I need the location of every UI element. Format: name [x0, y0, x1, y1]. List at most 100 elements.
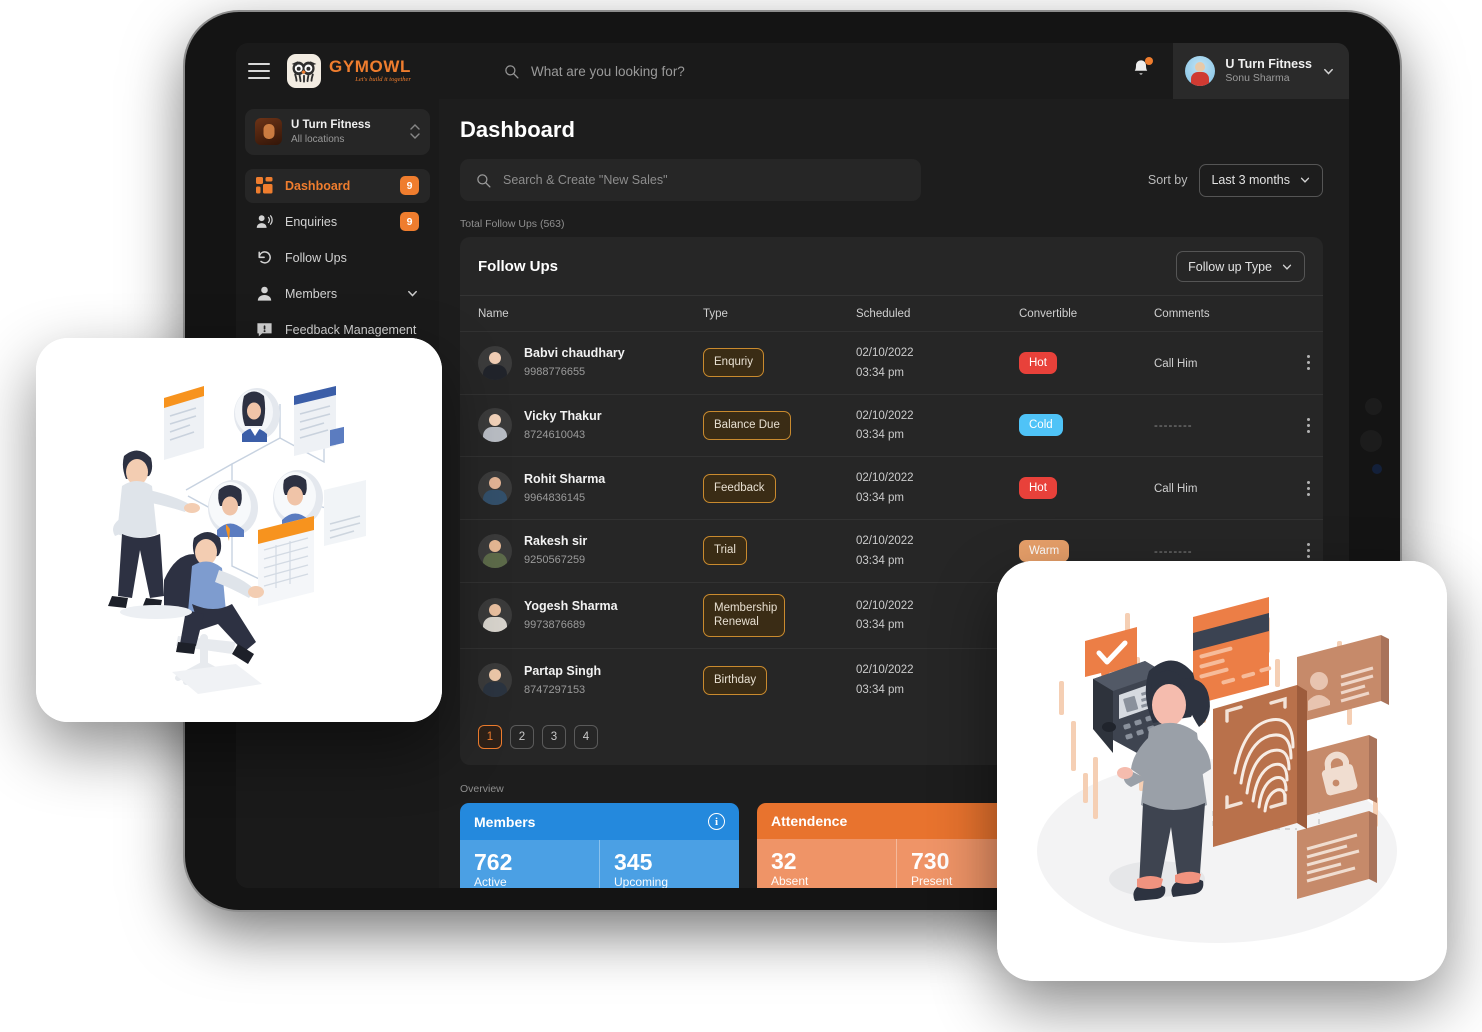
row-menu-icon[interactable] [1299, 417, 1317, 433]
cell-type: Membership Renewal [703, 582, 856, 649]
type-badge[interactable]: Membership Renewal [703, 593, 785, 638]
sidebar-item-dashboard[interactable]: Dashboard 9 [245, 168, 430, 203]
controls-row: Search & Create "New Sales" Sort by Last… [460, 159, 1323, 201]
overview-stat: 345 Upcoming [599, 840, 739, 888]
search-icon [505, 64, 519, 79]
overview-stat-value: 32 [771, 848, 797, 874]
panel-header: Follow Ups Follow up Type [460, 237, 1323, 296]
notification-bell-icon[interactable] [1131, 57, 1154, 84]
chevron-down-icon [1300, 177, 1310, 183]
sidebar-item-enquiries[interactable]: Enquiries 9 [245, 205, 430, 239]
page-button[interactable]: 4 [574, 725, 598, 749]
panel-title: Follow Ups [478, 258, 558, 275]
camera-dot [1360, 430, 1382, 452]
profile-user-name: Sonu Sharma [1225, 72, 1290, 85]
member-phone: 9973876689 [524, 619, 586, 632]
member-phone: 9250567259 [524, 554, 586, 567]
row-menu-icon[interactable] [1299, 480, 1317, 496]
avatar [478, 471, 512, 506]
cell-name: Babvi chaudhary 9988776655 [460, 332, 703, 395]
member-name: Vicky Thakur [524, 408, 602, 423]
overview-card: Members i 762 Active 345 Upcoming [460, 803, 739, 888]
chevron-down-icon[interactable] [406, 287, 419, 300]
convertible-badge: Cold [1019, 414, 1063, 437]
sort-by-label: Sort by [1147, 173, 1188, 187]
sidebar-badge: 9 [400, 212, 419, 232]
cell-comments: Call Him [1154, 332, 1299, 395]
avatar [478, 598, 512, 633]
cell-convertible: Hot [1019, 457, 1154, 520]
sidebar-item-label: Dashboard [285, 178, 351, 193]
overview-stat: 32 Absent [757, 839, 896, 888]
scheduled-datetime: 02/10/2022 03:34 pm [856, 472, 914, 505]
profile-org-name: U Turn Fitness [1225, 56, 1312, 71]
cell-scheduled: 02/10/2022 03:34 pm [856, 519, 1019, 582]
type-badge[interactable]: Balance Due [703, 410, 791, 440]
comment-text: -------- [1154, 545, 1193, 558]
sidebar-badge: 9 [400, 176, 419, 196]
overview-card: Attendence 32 Absent 730 Present [757, 803, 1036, 888]
cell-name: Vicky Thakur 8724610043 [460, 394, 703, 457]
type-badge[interactable]: Enquriy [703, 348, 764, 378]
overview-stat-label: Active [474, 875, 507, 888]
scheduled-datetime: 02/10/2022 03:34 pm [856, 599, 914, 632]
page-button[interactable]: 2 [510, 725, 534, 749]
notification-dot [1145, 57, 1154, 65]
logo-wordmark: GYMOWL [329, 57, 411, 77]
grid-dashboard-icon [256, 177, 273, 194]
profile-menu[interactable]: U Turn Fitness Sonu Sharma [1173, 43, 1349, 99]
type-badge[interactable]: Birthday [703, 665, 768, 695]
cell-type: Birthday [703, 649, 856, 711]
member-name: Babvi chaudhary [524, 346, 625, 361]
column-header-scheduled: Scheduled [856, 308, 911, 320]
cell-type: Trial [703, 519, 856, 582]
camera-dot [1365, 398, 1382, 415]
chevron-up-down-icon [410, 124, 420, 140]
global-search-input[interactable]: What are you looking for? [504, 64, 1131, 79]
page-button[interactable]: 1 [478, 725, 502, 749]
app-logo[interactable]: GYMOWL Let's build it together [287, 54, 411, 88]
sidebar-item-members[interactable]: Members [245, 277, 430, 311]
info-icon[interactable]: i [708, 813, 725, 830]
table-row[interactable]: Vicky Thakur 8724610043 Balance Due 02/1… [460, 394, 1323, 457]
overview-card-header: Attendence [757, 803, 1036, 839]
sidebar-item-label: Members [285, 286, 338, 301]
column-header-type: Type [703, 308, 728, 320]
type-badge[interactable]: Feedback [703, 473, 776, 503]
table-row[interactable]: Babvi chaudhary 9988776655 Enquriy 02/10… [460, 331, 1323, 395]
cell-comments: -------- [1154, 394, 1299, 457]
row-menu-icon[interactable] [1299, 355, 1317, 371]
sidebar-item-follow-ups[interactable]: Follow Ups [245, 241, 430, 275]
row-menu-icon[interactable] [1299, 543, 1317, 559]
scheduled-datetime: 02/10/2022 03:34 pm [856, 664, 914, 697]
search-placeholder: Search & Create "New Sales" [503, 173, 668, 187]
isometric-org-chart-team-illustration [36, 338, 442, 722]
follow-up-type-value: Follow up Type [1188, 259, 1272, 274]
overview-card-header: Members i [460, 803, 739, 840]
overview-stat-label: Absent [771, 874, 809, 888]
refresh-back-icon [256, 249, 273, 266]
follow-up-type-select[interactable]: Follow up Type [1176, 251, 1305, 282]
sort-by-select[interactable]: Last 3 months [1199, 163, 1323, 197]
type-badge[interactable]: Trial [703, 536, 747, 566]
page-title: Dashboard [460, 117, 575, 142]
avatar [478, 408, 512, 443]
overview-stat-label: Upcoming [614, 875, 669, 888]
hamburger-icon[interactable] [248, 63, 270, 79]
scheduled-datetime: 02/10/2022 03:34 pm [856, 534, 914, 567]
cell-actions [1299, 457, 1323, 520]
comment-text: Call Him [1154, 357, 1198, 370]
table-row[interactable]: Rohit Sharma 9964836145 Feedback 02/10/2… [460, 456, 1323, 520]
screenshot-stage: GYMOWL Let's build it together What are … [0, 0, 1482, 1032]
page-button[interactable]: 3 [542, 725, 566, 749]
global-search-placeholder: What are you looking for? [530, 63, 685, 79]
cell-comments: Call Him [1154, 457, 1299, 520]
member-name: Rakesh sir [524, 534, 588, 549]
search-input[interactable]: Search & Create "New Sales" [460, 159, 921, 201]
chevron-down-icon [1282, 264, 1292, 270]
gym-location-switcher[interactable]: U Turn Fitness All locations [245, 109, 430, 155]
column-header-convertible: Convertible [1019, 308, 1078, 320]
cell-convertible: Cold [1019, 394, 1154, 457]
member-phone: 8747297153 [524, 683, 586, 696]
cell-type: Balance Due [703, 394, 856, 457]
